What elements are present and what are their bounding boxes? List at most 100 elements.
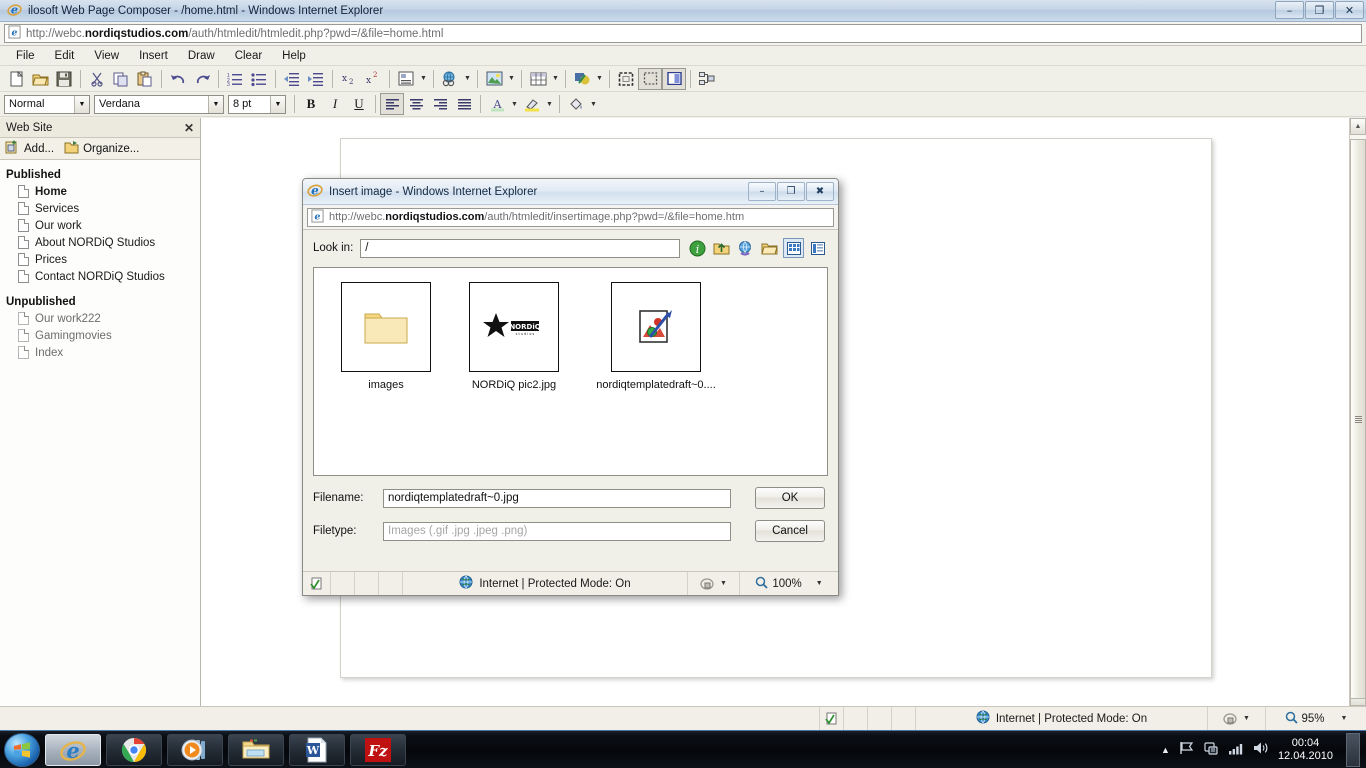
align-justify-icon[interactable] [452, 93, 476, 115]
menu-help[interactable]: Help [272, 48, 316, 64]
zoom-control[interactable]: 95% ▼ [1266, 707, 1366, 730]
volume-icon[interactable] [1253, 741, 1269, 758]
file-item-nordiqtemplatedraft[interactable]: nordiqtemplatedraft~0.... [592, 282, 720, 475]
look-in-input[interactable]: / [360, 238, 680, 258]
page-properties-icon[interactable] [695, 68, 719, 90]
hyperlink-dropdown-arrow[interactable]: ▼ [462, 68, 473, 90]
details-view-icon[interactable] [807, 238, 828, 258]
close-button[interactable]: ✕ [1335, 1, 1364, 19]
open-folder-icon[interactable] [28, 68, 52, 90]
minimize-button[interactable]: – [1275, 1, 1304, 19]
show-desktop-button[interactable] [1346, 732, 1360, 767]
scroll-up-icon[interactable]: ▲ [1350, 118, 1366, 135]
insert-shape-dropdown-arrow[interactable]: ▼ [594, 68, 605, 90]
page-error-icon[interactable] [303, 572, 331, 595]
editor-vertical-scrollbar[interactable]: ▲ ▼ [1349, 118, 1366, 706]
text-box-icon[interactable] [394, 68, 418, 90]
insert-image-address-input[interactable]: e http://webc. nordiqstudios.com/auth/htm… [307, 207, 834, 227]
site-item-home[interactable]: Home [0, 183, 200, 200]
cut-scissors-icon[interactable] [85, 68, 109, 90]
file-list[interactable]: images NORDiQ s t u d i o s NORDiQ pic2.… [313, 267, 828, 476]
hyperlink-icon[interactable] [438, 68, 462, 90]
file-item-nordiq-pic2[interactable]: NORDiQ s t u d i o s NORDiQ pic2.jpg [464, 282, 564, 475]
organize-button[interactable]: Organize... [64, 140, 145, 157]
site-item-prices[interactable]: Prices [0, 251, 200, 268]
font-family-select[interactable]: Verdana ▼ [94, 94, 224, 114]
chevron-down-icon[interactable]: ▼ [208, 95, 223, 113]
up-folder-icon[interactable] [711, 238, 732, 258]
menu-edit[interactable]: Edit [45, 48, 85, 64]
site-item-index[interactable]: Index [0, 344, 200, 361]
font-size-select[interactable]: 8 pt ▼ [228, 94, 286, 114]
menu-clear[interactable]: Clear [225, 48, 272, 64]
site-item-our-work[interactable]: Our work [0, 217, 200, 234]
align-left-icon[interactable] [380, 93, 404, 115]
menu-file[interactable]: File [6, 48, 45, 64]
menu-draw[interactable]: Draw [178, 48, 225, 64]
minimize-button[interactable]: – [748, 182, 776, 201]
filetype-input[interactable]: Images (.gif .jpg .jpeg .png) [383, 521, 731, 541]
insert-image-dropdown-arrow[interactable]: ▼ [506, 68, 517, 90]
globe-refresh-icon[interactable] [735, 238, 756, 258]
paint-bucket-dropdown-arrow[interactable]: ▼ [588, 93, 599, 115]
redo-icon[interactable] [190, 68, 214, 90]
superscript-icon[interactable]: x2 [361, 68, 385, 90]
insert-image-icon[interactable] [482, 68, 506, 90]
file-item-images[interactable]: images [336, 282, 436, 475]
info-icon[interactable]: i [687, 238, 708, 258]
taskbar-item-internet-explorer[interactable]: e [45, 733, 101, 766]
marquee-select-icon[interactable] [638, 67, 662, 90]
italic-button[interactable]: I [323, 93, 347, 115]
open-folder-icon[interactable] [759, 238, 780, 258]
site-item-gamingmovies[interactable]: Gamingmovies [0, 327, 200, 344]
chevron-down-icon[interactable]: ▼ [74, 95, 89, 113]
privacy-report-button[interactable]: ▼ [688, 572, 740, 595]
cancel-button[interactable]: Cancel [755, 520, 825, 542]
show-hidden-icons[interactable]: ▲ [1161, 745, 1170, 755]
paragraph-style-select[interactable]: Normal ▼ [4, 94, 90, 114]
outdent-icon[interactable] [280, 68, 304, 90]
ok-button[interactable]: OK [755, 487, 825, 509]
numbered-list-icon[interactable]: 123 [223, 68, 247, 90]
site-item-our-work222[interactable]: Our work222 [0, 310, 200, 327]
zoom-dropdown-arrow[interactable]: ▼ [816, 580, 823, 587]
maximize-button[interactable]: ❐ [777, 182, 805, 201]
font-color-icon[interactable]: A [485, 93, 509, 115]
taskbar-item-windows-media-player[interactable] [167, 733, 223, 766]
insert-shape-icon[interactable] [570, 68, 594, 90]
taskbar-item-google-chrome[interactable] [106, 733, 162, 766]
chevron-down-icon[interactable]: ▼ [270, 95, 285, 113]
privacy-report-button[interactable]: ▼ [1208, 707, 1266, 730]
scrollbar-thumb[interactable] [1350, 139, 1366, 699]
align-center-icon[interactable] [404, 93, 428, 115]
highlighter-icon[interactable] [520, 93, 544, 115]
taskbar-item-windows-explorer[interactable] [228, 733, 284, 766]
close-icon[interactable]: ✕ [184, 121, 194, 135]
site-item-about-nordiq-studios[interactable]: About NORDiQ Studios [0, 234, 200, 251]
zoom-dropdown-arrow[interactable]: ▼ [1341, 715, 1348, 722]
taskbar-item-microsoft-word[interactable]: W [289, 733, 345, 766]
new-document-icon[interactable] [4, 68, 28, 90]
signal-icon[interactable] [1228, 742, 1244, 758]
split-view-icon[interactable] [662, 67, 686, 90]
indent-icon[interactable] [304, 68, 328, 90]
highlighter-dropdown-arrow[interactable]: ▼ [544, 93, 555, 115]
flag-action-center-icon[interactable] [1179, 741, 1195, 758]
insert-table-icon[interactable] [526, 68, 550, 90]
menu-insert[interactable]: Insert [129, 48, 178, 64]
filename-input[interactable]: nordiqtemplatedraft~0.jpg [383, 488, 731, 508]
network-icon[interactable] [1204, 741, 1219, 759]
start-button[interactable] [4, 732, 40, 767]
insert-table-dropdown-arrow[interactable]: ▼ [550, 68, 561, 90]
paint-bucket-icon[interactable] [564, 93, 588, 115]
security-zone[interactable]: Internet | Protected Mode: On [916, 707, 1208, 730]
bulleted-list-icon[interactable] [247, 68, 271, 90]
undo-icon[interactable] [166, 68, 190, 90]
thumbnail-view-icon[interactable] [783, 238, 804, 258]
site-item-services[interactable]: Services [0, 200, 200, 217]
save-disk-icon[interactable] [52, 68, 76, 90]
address-input[interactable]: e http://webc. nordiqstudios.com/auth/htm… [4, 24, 1362, 43]
taskbar-item-filezilla[interactable]: Fz [350, 733, 406, 766]
site-item-contact-nordiq-studios[interactable]: Contact NORDiQ Studios [0, 268, 200, 285]
close-button[interactable]: ✖ [806, 182, 834, 201]
